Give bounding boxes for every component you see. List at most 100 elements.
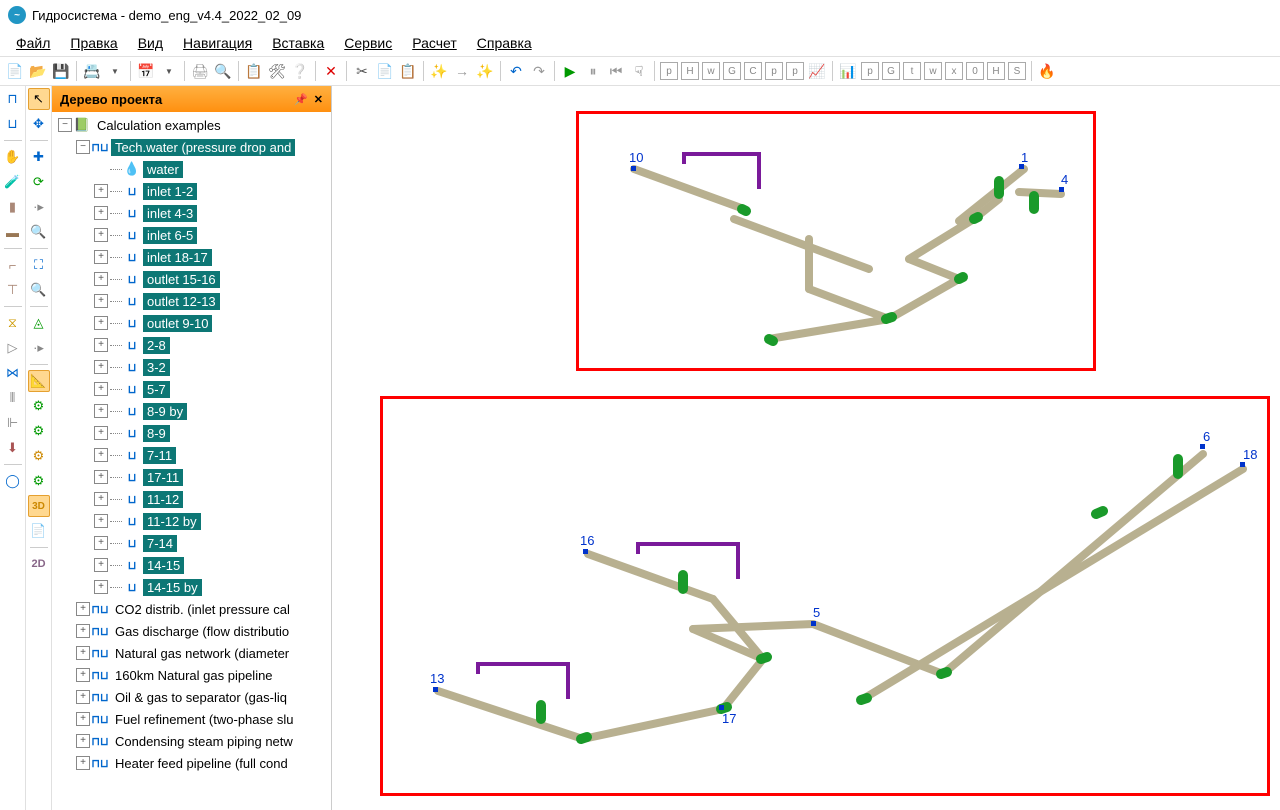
open-icon[interactable]: 📂	[27, 60, 49, 82]
tree-techwater[interactable]: − ⊓⊔ Tech.water (pressure drop and	[52, 136, 331, 158]
tree-item[interactable]: +⊔14-15 by	[52, 576, 331, 598]
tri-tool-icon[interactable]: ◬	[28, 312, 50, 334]
arrow-icon[interactable]: →	[451, 60, 473, 82]
sq-c[interactable]: C	[744, 62, 762, 80]
expander-icon[interactable]: +	[94, 514, 108, 528]
menu-view[interactable]: Вид	[130, 33, 171, 53]
sq-x[interactable]: x	[945, 62, 963, 80]
tree-item[interactable]: +⊔outlet 12-13	[52, 290, 331, 312]
chart-icon[interactable]: 📈	[806, 60, 828, 82]
tree-item[interactable]: +⊔17-11	[52, 466, 331, 488]
expander-icon[interactable]: +	[76, 668, 90, 682]
menu-service[interactable]: Сервис	[336, 33, 400, 53]
dropdown-icon[interactable]: ▼	[158, 60, 180, 82]
menu-file[interactable]: Файл	[8, 33, 58, 53]
wand-icon[interactable]: ✨	[428, 60, 450, 82]
cursor-icon[interactable]: ☟	[628, 60, 650, 82]
tree-item[interactable]: +⊔inlet 6-5	[52, 224, 331, 246]
expander-icon[interactable]: +	[94, 448, 108, 462]
prev-icon[interactable]: ⏮	[605, 60, 627, 82]
preview-icon[interactable]: 🔍	[212, 60, 234, 82]
tee-tool-icon[interactable]: ⊤	[2, 279, 24, 301]
expander-icon[interactable]: +	[76, 734, 90, 748]
pipe-tool-icon[interactable]: ⊓	[2, 88, 24, 110]
tree-item[interactable]: +⊔inlet 4-3	[52, 202, 331, 224]
menu-calc[interactable]: Расчет	[404, 33, 465, 53]
flame-icon[interactable]: 🔥	[1036, 60, 1058, 82]
new-icon[interactable]: 📄	[4, 60, 26, 82]
calc-icon[interactable]: 📇	[81, 60, 103, 82]
sq-p4[interactable]: p	[861, 62, 879, 80]
tree-item[interactable]: +⊔2-8	[52, 334, 331, 356]
paste-icon[interactable]: 📋	[397, 60, 419, 82]
tree-project[interactable]: +⊓⊔Oil & gas to separator (gas-liq	[52, 686, 331, 708]
viewport[interactable]: 10 1 4	[332, 86, 1280, 810]
sq-w2[interactable]: w	[924, 62, 942, 80]
elbow-tool-icon[interactable]: ⌐	[2, 254, 24, 276]
render2-tool-icon[interactable]: ⚙	[28, 420, 50, 442]
pipe3d-tool-icon[interactable]: 📐	[28, 370, 50, 392]
sq-p[interactable]: p	[660, 62, 678, 80]
play-tool-icon[interactable]: ▷	[2, 337, 24, 359]
expander-icon[interactable]: +	[76, 756, 90, 770]
tree-item[interactable]: +⊔inlet 18-17	[52, 246, 331, 268]
tree-project[interactable]: +⊓⊔Condensing steam piping netw	[52, 730, 331, 752]
expander-icon[interactable]: +	[94, 250, 108, 264]
tree-item[interactable]: +⊔8-9 by	[52, 400, 331, 422]
undo-icon[interactable]: ↶	[505, 60, 527, 82]
expander-icon[interactable]: +	[94, 294, 108, 308]
pin-icon[interactable]: 📌	[294, 93, 308, 106]
level-tool-icon[interactable]: ⊩	[2, 412, 24, 434]
expander-icon[interactable]: +	[94, 580, 108, 594]
valve-tool-icon[interactable]: ⧖	[2, 312, 24, 334]
tie-tool-icon[interactable]: ⋈	[2, 362, 24, 384]
expander-icon[interactable]: +	[94, 206, 108, 220]
tree-project[interactable]: +⊓⊔Natural gas network (diameter	[52, 642, 331, 664]
expander-icon[interactable]: +	[94, 426, 108, 440]
render1-tool-icon[interactable]: ⚙	[28, 395, 50, 417]
play-icon[interactable]: ▶	[559, 60, 581, 82]
tree-item[interactable]: +⊔7-14	[52, 532, 331, 554]
plus-tool-icon[interactable]: ✚	[28, 146, 50, 168]
expander-icon[interactable]: +	[76, 646, 90, 660]
chart2-icon[interactable]: 📊	[837, 60, 859, 82]
expander-icon[interactable]: +	[94, 558, 108, 572]
menu-edit[interactable]: Правка	[62, 33, 125, 53]
sq-h[interactable]: H	[681, 62, 699, 80]
expander-icon[interactable]: −	[58, 118, 72, 132]
down-tool-icon[interactable]: ⬇	[2, 437, 24, 459]
tree-root[interactable]: − 📗 Calculation examples	[52, 114, 331, 136]
cal-icon[interactable]: 📅	[135, 60, 157, 82]
bar-tool-icon[interactable]: ▬	[2, 221, 24, 243]
dot2-tool-icon[interactable]: ·▸	[28, 337, 50, 359]
expander-icon[interactable]: +	[94, 470, 108, 484]
menu-navigation[interactable]: Навигация	[175, 33, 260, 53]
expander-icon[interactable]: +	[94, 316, 108, 330]
sq-g2[interactable]: G	[882, 62, 900, 80]
sq-t[interactable]: t	[903, 62, 921, 80]
doc-tool-icon[interactable]: 📄	[28, 520, 50, 542]
tree-project[interactable]: +⊓⊔Gas discharge (flow distributio	[52, 620, 331, 642]
expander-icon[interactable]: +	[94, 272, 108, 286]
tree-item[interactable]: 💧water	[52, 158, 331, 180]
expander-icon[interactable]: +	[76, 624, 90, 638]
refresh-tool-icon[interactable]: ⟳	[28, 171, 50, 193]
3d-tool-icon[interactable]: 3D	[28, 495, 50, 517]
sq-g[interactable]: G	[723, 62, 741, 80]
cursor-tool-icon[interactable]: ↖	[28, 88, 50, 110]
render3-tool-icon[interactable]: ⚙	[28, 445, 50, 467]
redo-icon[interactable]: ↷	[528, 60, 550, 82]
tree-item[interactable]: +⊔inlet 1-2	[52, 180, 331, 202]
settings-icon[interactable]: 🛠	[266, 60, 288, 82]
circle-tool-icon[interactable]: ◯	[2, 470, 24, 492]
tree-item[interactable]: +⊔8-9	[52, 422, 331, 444]
tree-item[interactable]: +⊔5-7	[52, 378, 331, 400]
tube-tool-icon[interactable]: ▮	[2, 196, 24, 218]
expander-icon[interactable]: −	[76, 140, 90, 154]
hand-tool-icon[interactable]: ✋	[2, 146, 24, 168]
dot-tool-icon[interactable]: ·▸	[28, 196, 50, 218]
2d-tool-icon[interactable]: 2D	[28, 553, 50, 575]
tree-item[interactable]: +⊔outlet 15-16	[52, 268, 331, 290]
tree-item[interactable]: +⊔outlet 9-10	[52, 312, 331, 334]
tree-item[interactable]: +⊔11-12 by	[52, 510, 331, 532]
